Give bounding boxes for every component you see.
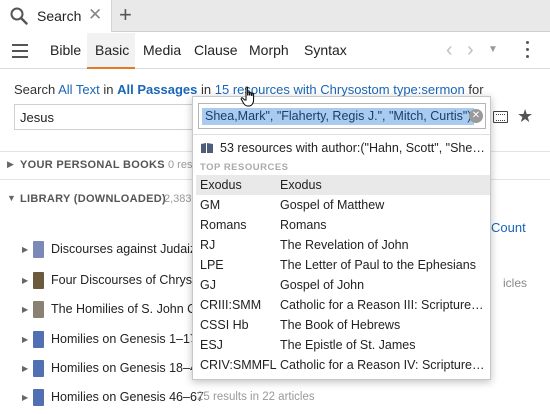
result-title: Homilies on Genesis 46–67: [51, 390, 204, 404]
resource-abbreviation: CSSI Hb: [200, 318, 249, 332]
resource-name: Exodus: [280, 178, 322, 192]
new-tab-button[interactable]: +: [119, 2, 132, 28]
chevron-right-icon[interactable]: ▶: [22, 245, 28, 254]
chevron-right-icon[interactable]: ▶: [22, 305, 28, 314]
result-title: Homilies on Genesis 18–45: [51, 361, 204, 375]
collection-suggestion[interactable]: 53 resources with author:("Hahn, Scott",…: [200, 140, 488, 158]
resource-item[interactable]: ESJ The Epistle of St. James: [196, 335, 490, 355]
result-row[interactable]: ▶ Homilies on Genesis 46–67 25 results in …: [0, 386, 550, 410]
resource-abbreviation: CRIII:SMM: [200, 298, 262, 312]
resource-abbreviation: GM: [200, 198, 221, 212]
result-title: The Homilies of S. John Ch: [51, 302, 204, 316]
chevron-right-icon[interactable]: ▶: [22, 364, 28, 373]
book-cover-icon: [33, 301, 44, 318]
section-title: YOUR PERSONAL BOOKS: [20, 159, 165, 171]
selected-text: Shea,Mark", "Flaherty, Regis J.", "Mitch…: [202, 108, 475, 125]
tab-media[interactable]: Media: [143, 42, 181, 58]
search-icon: [10, 7, 28, 25]
result-title: Discourses against Judaizin: [51, 242, 206, 256]
tab-bible[interactable]: Bible: [50, 42, 81, 58]
tab-search[interactable]: Search ✕: [0, 0, 112, 32]
resource-name: Gospel of John: [280, 278, 365, 292]
tab-bar: Search ✕ +: [0, 0, 550, 32]
forward-arrow-icon[interactable]: ›: [467, 39, 474, 62]
clear-icon[interactable]: ✕: [469, 109, 483, 123]
tab-morph[interactable]: Morph: [249, 42, 289, 58]
resource-name: Catholic for a Reason III: Scripture…: [280, 298, 484, 312]
resource-abbreviation: GJ: [200, 278, 216, 292]
resource-item[interactable]: CRIII:SMM Catholic for a Reason III: Scri…: [196, 295, 490, 315]
divider: [193, 134, 490, 135]
menu-icon[interactable]: [12, 44, 28, 58]
resource-picker-popup: Shea,Mark", "Flaherty, Regis J.", "Mitch…: [192, 96, 491, 380]
resource-item[interactable]: LPE The Letter of Paul to the Ephesians: [196, 255, 490, 275]
book-cover-icon: [33, 331, 44, 348]
chevron-down-icon[interactable]: ▼: [488, 44, 498, 55]
resource-name: The Revelation of John: [280, 238, 409, 252]
search-prefix: Search: [14, 82, 56, 97]
keyboard-icon[interactable]: [493, 111, 508, 123]
back-arrow-icon[interactable]: ‹: [446, 39, 453, 62]
resource-name: The Book of Hebrews: [280, 318, 401, 332]
resource-item[interactable]: CRIV:SMMFL Catholic for a Reason IV: Scri…: [196, 355, 490, 375]
resource-name: The Epistle of St. James: [280, 338, 416, 352]
tab-syntax[interactable]: Syntax: [304, 42, 347, 58]
in-word: in: [103, 82, 114, 97]
books-icon: [201, 143, 213, 153]
in-word-2: in: [201, 82, 212, 97]
for-word: for: [468, 82, 484, 97]
resource-item[interactable]: Romans Romans: [196, 215, 490, 235]
passages-link[interactable]: All Passages: [117, 82, 197, 97]
resource-name: Catholic for a Reason IV: Scripture…: [280, 358, 485, 372]
search-query-text: Jesus: [20, 110, 54, 125]
section-title: LIBRARY (DOWNLOADED): [20, 193, 166, 205]
tab-clause[interactable]: Clause: [194, 42, 238, 58]
resource-abbreviation: Romans: [200, 218, 247, 232]
book-cover-icon: [33, 389, 44, 406]
result-title: Homilies on Genesis 1–17: [51, 332, 197, 346]
hand-cursor-icon: [240, 86, 255, 107]
chevron-down-icon: ▼: [7, 193, 16, 203]
star-icon[interactable]: ★: [517, 106, 533, 127]
resource-name: The Letter of Paul to the Ephesians: [280, 258, 476, 272]
section-meta: 2,383: [164, 193, 192, 205]
scope-link[interactable]: All Text: [58, 82, 100, 97]
resource-item[interactable]: Exodus Exodus: [196, 175, 490, 195]
book-cover-icon: [33, 241, 44, 258]
resource-abbreviation: ESJ: [200, 338, 223, 352]
resource-name: Romans: [280, 218, 327, 232]
resource-item[interactable]: GM Gospel of Matthew: [196, 195, 490, 215]
more-options-icon[interactable]: [526, 41, 530, 61]
suggestion-label: 53 resources with author:("Hahn, Scott",…: [220, 141, 485, 155]
chevron-right-icon[interactable]: ▶: [22, 276, 28, 285]
close-icon[interactable]: ✕: [88, 5, 102, 25]
result-title: Four Discourses of Chrysos: [51, 273, 206, 287]
chevron-right-icon[interactable]: ▶: [22, 335, 28, 344]
chevron-right-icon[interactable]: ▶: [22, 393, 28, 402]
tab-basic[interactable]: Basic: [95, 42, 129, 58]
book-cover-icon: [33, 360, 44, 377]
top-resources-header: TOP RESOURCES: [200, 162, 289, 173]
resource-item[interactable]: CSSI Hb The Book of Hebrews: [196, 315, 490, 335]
result-meta: 25 results in 22 articles: [197, 391, 315, 403]
count-link[interactable]: Count: [491, 220, 526, 235]
resource-abbreviation: RJ: [200, 238, 216, 252]
resource-abbreviation: LPE: [200, 258, 224, 272]
resource-item[interactable]: RJ The Revelation of John: [196, 235, 490, 255]
search-toolbar: Bible Basic Media Clause Morph Syntax ‹ …: [0, 33, 550, 69]
search-input[interactable]: Jesus: [14, 104, 208, 130]
book-cover-icon: [33, 272, 44, 289]
resource-item[interactable]: GJ Gospel of John: [196, 275, 490, 295]
resource-name: Gospel of Matthew: [280, 198, 385, 212]
resource-abbreviation: CRIV:SMMFL: [200, 358, 277, 372]
chevron-right-icon: ▶: [7, 159, 14, 169]
resource-abbreviation: Exodus: [200, 178, 242, 192]
tab-label: Search: [37, 8, 82, 24]
